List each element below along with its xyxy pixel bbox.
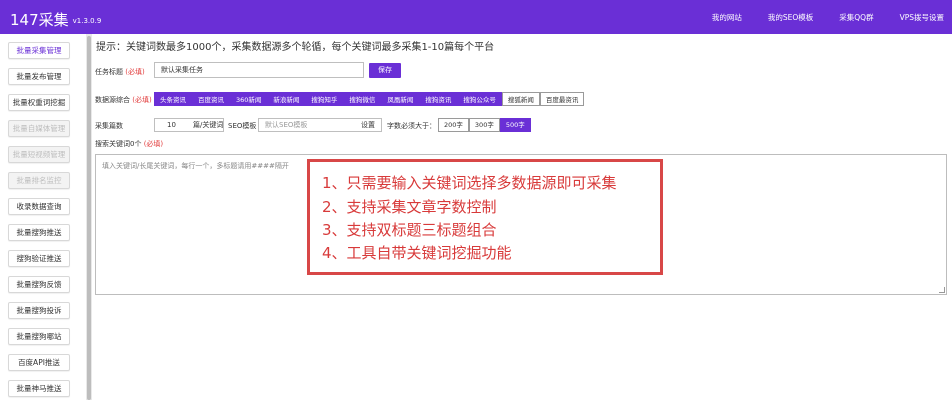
seo-template-input[interactable]: 默认SEO模板 设置	[258, 118, 382, 132]
save-button[interactable]: 保存	[369, 63, 401, 78]
sidebar: 批量采集管理 批量发布管理 批量权重词挖掘 批量自媒体管理 批量短视频管理 批量…	[0, 34, 86, 400]
wordcount-options: 200字 300字 500字	[438, 118, 531, 132]
sidebar-item-short-video[interactable]: 批量短视频管理	[8, 146, 70, 163]
nav-seo-templates[interactable]: 我的SEO模板	[768, 12, 813, 23]
article-count-value: 10	[167, 121, 176, 129]
source-sogou-weixin[interactable]: 搜狗微信	[343, 92, 382, 106]
sidebar-item-sogou-verify[interactable]: 搜狗验证推送	[8, 250, 70, 267]
keywords-placeholder: 填入关键词/长尾关键词，每行一个，多标题请用####隔开	[102, 162, 289, 170]
nav-qq-group[interactable]: 采集QQ群	[839, 12, 873, 23]
source-sogou-news[interactable]: 搜狗资讯	[419, 92, 458, 106]
source-ifeng[interactable]: 凤凰新闻	[381, 92, 420, 106]
source-sohu[interactable]: 搜狐新闻	[501, 92, 540, 106]
sidebar-item-shenma-push[interactable]: 批量神马推送	[8, 380, 70, 397]
sidebar-item-rank-monitor[interactable]: 批量排名监控	[8, 172, 70, 189]
seo-template-placeholder: 默认SEO模板	[265, 121, 308, 129]
top-nav: 我的网站 我的SEO模板 采集QQ群 VPS拨号设置	[686, 12, 944, 23]
keywords-label: 搜索关键词0个 (必填)	[95, 140, 164, 148]
brand-name: 147采集	[10, 11, 69, 29]
source-sina[interactable]: 新浪新闻	[267, 92, 306, 106]
source-sogou-zhihu[interactable]: 搜狗知乎	[305, 92, 344, 106]
version-label: v1.3.0.9	[72, 17, 102, 25]
top-bar: 147采集 v1.3.0.9 我的网站 我的SEO模板 采集QQ群 VPS拨号设置	[0, 0, 952, 34]
sidebar-item-media[interactable]: 批量自媒体管理	[8, 120, 70, 137]
sidebar-item-batch-collect[interactable]: 批量采集管理	[8, 42, 70, 59]
sidebar-item-batch-publish[interactable]: 批量发布管理	[8, 68, 70, 85]
sidebar-scroll-thumb[interactable]	[87, 36, 91, 400]
article-count-label: 采集篇数	[95, 122, 123, 130]
callout-line-1: 1、只需要输入关键词选择多数据源即可采集	[322, 174, 617, 192]
wordcount-label: 字数必须大于：	[387, 122, 436, 130]
main-panel: 提示：关键词数最多1000个，采集数据源多个轮循，每个关键词最多采集1-10篇每…	[92, 34, 952, 400]
callout-line-3: 3、支持双标题三标题组合	[322, 221, 497, 239]
wordcount-200[interactable]: 200字	[438, 118, 469, 132]
source-baidu[interactable]: 百度资讯	[192, 92, 230, 106]
resize-grip-icon[interactable]	[939, 287, 945, 293]
sidebar-item-weight-keyword[interactable]: 批量权重词挖掘	[8, 94, 70, 111]
source-baidu-latest[interactable]: 百度最资讯	[539, 92, 585, 106]
brand-logo[interactable]: 147采集 v1.3.0.9	[10, 9, 101, 30]
task-title-input[interactable]: 默认采集任务	[154, 62, 364, 78]
source-360[interactable]: 360新闻	[230, 92, 268, 106]
data-source-label: 数据源综合 (必填)	[95, 96, 152, 104]
sidebar-item-sogou-feedback[interactable]: 批量搜狗反馈	[8, 276, 70, 293]
nav-vps-dial[interactable]: VPS拨号设置	[900, 12, 944, 23]
seo-template-label: SEO模板	[228, 122, 257, 130]
sidebar-item-baidu-api[interactable]: 百度API推送	[8, 354, 70, 371]
tip-text: 提示：关键词数最多1000个，采集数据源多个轮循，每个关键词最多采集1-10篇每…	[96, 42, 495, 53]
article-count-unit: 篇/关键词	[193, 121, 224, 129]
seo-setting-button[interactable]: 设置	[361, 119, 375, 131]
feature-callout: 1、只需要输入关键词选择多数据源即可采集 2、支持采集文章字数控制 3、支持双标…	[307, 159, 663, 275]
callout-line-2: 2、支持采集文章字数控制	[322, 198, 497, 216]
callout-line-4: 4、工具自带关键词挖掘功能	[322, 244, 512, 262]
article-count-input[interactable]: 10 篇/关键词	[154, 118, 224, 132]
source-toutiao[interactable]: 头条资讯	[154, 92, 192, 106]
sidebar-item-index-query[interactable]: 收录数据查询	[8, 198, 70, 215]
nav-my-sites[interactable]: 我的网站	[712, 12, 742, 23]
source-sogou-gzh[interactable]: 搜狗公众号	[457, 92, 502, 106]
sidebar-item-sogou-complaint[interactable]: 批量搜狗投诉	[8, 302, 70, 319]
wordcount-300[interactable]: 300字	[468, 118, 500, 132]
task-title-label: 任务标题 (必填)	[95, 68, 145, 76]
data-source-list: 头条资讯 百度资讯 360新闻 新浪新闻 搜狗知乎 搜狗微信 凤凰新闻 搜狗资讯…	[154, 92, 585, 106]
sidebar-item-sogou-push[interactable]: 批量搜狗推送	[8, 224, 70, 241]
wordcount-500[interactable]: 500字	[499, 118, 531, 132]
sidebar-item-sogou-site[interactable]: 批量搜狗哪站	[8, 328, 70, 345]
